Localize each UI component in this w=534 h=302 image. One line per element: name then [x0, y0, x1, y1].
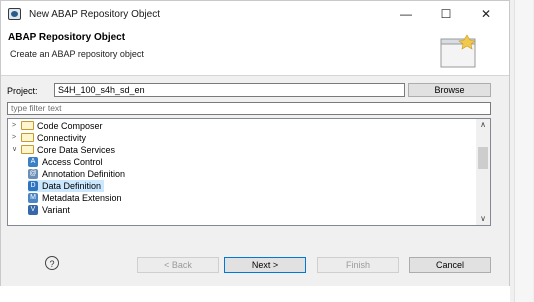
- tree-item-label: Annotation Definition: [42, 169, 126, 179]
- app-icon: [8, 8, 21, 20]
- metadata-extension-icon: M: [28, 192, 38, 203]
- finish-button[interactable]: Finish: [317, 257, 399, 273]
- tree-item-metadata-extension[interactable]: M Metadata Extension: [28, 192, 122, 204]
- folder-open-icon: [21, 145, 34, 155]
- maximize-button[interactable]: ☐: [429, 3, 463, 25]
- window-title: New ABAP Repository Object: [29, 9, 160, 20]
- tree-item-label: Code Composer: [37, 121, 103, 131]
- tree-item-data-definition[interactable]: D Data Definition: [28, 180, 105, 192]
- expand-chevron-icon[interactable]: >: [12, 132, 21, 144]
- access-control-icon: A: [28, 156, 38, 167]
- minimize-button[interactable]: —: [389, 3, 423, 25]
- title-bar: New ABAP Repository Object — ☐ ✕: [1, 1, 509, 27]
- project-input[interactable]: S4H_100_s4h_sd_en: [54, 83, 405, 97]
- filter-input[interactable]: type filter text: [7, 102, 491, 115]
- wizard-header: ABAP Repository Object Create an ABAP re…: [1, 27, 509, 76]
- tree-item-label: Core Data Services: [37, 145, 116, 155]
- object-type-tree[interactable]: > Code Composer > Connectivity ∨ Core Data …: [7, 118, 491, 226]
- tree-item-label: Connectivity: [37, 133, 87, 143]
- tree-item-annotation-definition[interactable]: @ Annotation Definition: [28, 168, 125, 180]
- data-definition-icon: D: [28, 180, 38, 191]
- back-button[interactable]: < Back: [137, 257, 219, 273]
- scroll-thumb[interactable]: [478, 147, 488, 169]
- tree-folder-core-data-services[interactable]: ∨ Core Data Services: [12, 144, 115, 156]
- cancel-button[interactable]: Cancel: [409, 257, 491, 273]
- wizard-title: ABAP Repository Object: [8, 32, 126, 43]
- annotation-definition-icon: @: [28, 168, 38, 179]
- close-button[interactable]: ✕: [469, 3, 503, 25]
- tree-item-variant[interactable]: V Variant: [28, 204, 70, 216]
- wizard-banner-icon: [440, 34, 476, 68]
- tree-scrollbar[interactable]: ∧ ∨: [476, 119, 490, 225]
- variant-icon: V: [28, 204, 38, 215]
- tree-item-label: Metadata Extension: [42, 193, 122, 203]
- folder-icon: [21, 133, 34, 143]
- scroll-down-icon[interactable]: ∨: [476, 213, 490, 225]
- tree-folder-connectivity[interactable]: > Connectivity: [12, 132, 86, 144]
- background-area: [510, 0, 534, 302]
- wizard-body: Project: S4H_100_s4h_sd_en Browse type f…: [1, 76, 509, 286]
- collapse-chevron-icon[interactable]: ∨: [12, 144, 21, 156]
- expand-chevron-icon[interactable]: >: [12, 120, 21, 132]
- browse-button[interactable]: Browse: [408, 83, 491, 97]
- help-icon[interactable]: ?: [45, 256, 59, 270]
- tree-folder-code-composer[interactable]: > Code Composer: [12, 120, 103, 132]
- next-button[interactable]: Next >: [224, 257, 306, 273]
- folder-icon: [21, 121, 34, 131]
- tree-item-label: Variant: [42, 205, 70, 215]
- tree-item-label: Data Definition: [42, 181, 102, 191]
- scroll-up-icon[interactable]: ∧: [476, 119, 490, 131]
- project-label: Project:: [7, 86, 38, 96]
- new-object-dialog: New ABAP Repository Object — ☐ ✕ ABAP Re…: [0, 0, 510, 286]
- wizard-subtitle: Create an ABAP repository object: [10, 49, 144, 59]
- background-strip: [514, 0, 533, 302]
- tree-item-access-control[interactable]: A Access Control: [28, 156, 103, 168]
- tree-item-label: Access Control: [42, 157, 103, 167]
